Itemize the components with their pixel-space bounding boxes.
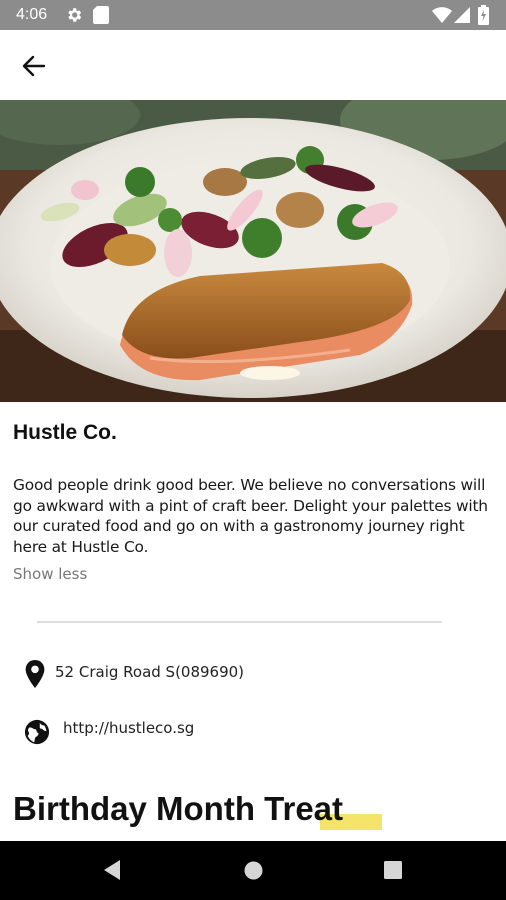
system-nav-bar [0, 841, 506, 900]
arrow-back-icon [22, 55, 46, 77]
venue-address: 52 Craig Road S(089690) [55, 663, 245, 681]
venue-website-link[interactable]: http://hustleco.sg [63, 719, 194, 737]
location-pin-icon [25, 659, 45, 689]
gear-icon [68, 8, 82, 22]
home-circle-icon[interactable] [244, 861, 263, 880]
sd-card-icon [93, 6, 109, 24]
website-row[interactable]: http://hustleco.sg [0, 713, 506, 749]
status-bar: 4:06 [0, 0, 506, 30]
wifi-icon [432, 7, 452, 23]
show-less-link[interactable]: Show less [13, 565, 87, 583]
back-triangle-icon[interactable] [102, 859, 122, 881]
section-divider [37, 621, 442, 623]
signal-icon [454, 7, 470, 23]
section-title: Birthday Month Treat [13, 790, 344, 827]
venue-hero-image [0, 100, 506, 402]
back-button[interactable] [14, 46, 54, 86]
venue-name: Hustle Co. [13, 421, 117, 444]
app-bar [0, 30, 506, 100]
status-time: 4:06 [16, 6, 48, 23]
globe-icon [24, 719, 50, 745]
recents-square-icon[interactable] [384, 861, 402, 879]
address-row[interactable]: 52 Craig Road S(089690) [0, 657, 506, 693]
venue-description: Good people drink good beer. We believe … [13, 476, 488, 556]
battery-icon [478, 5, 489, 25]
